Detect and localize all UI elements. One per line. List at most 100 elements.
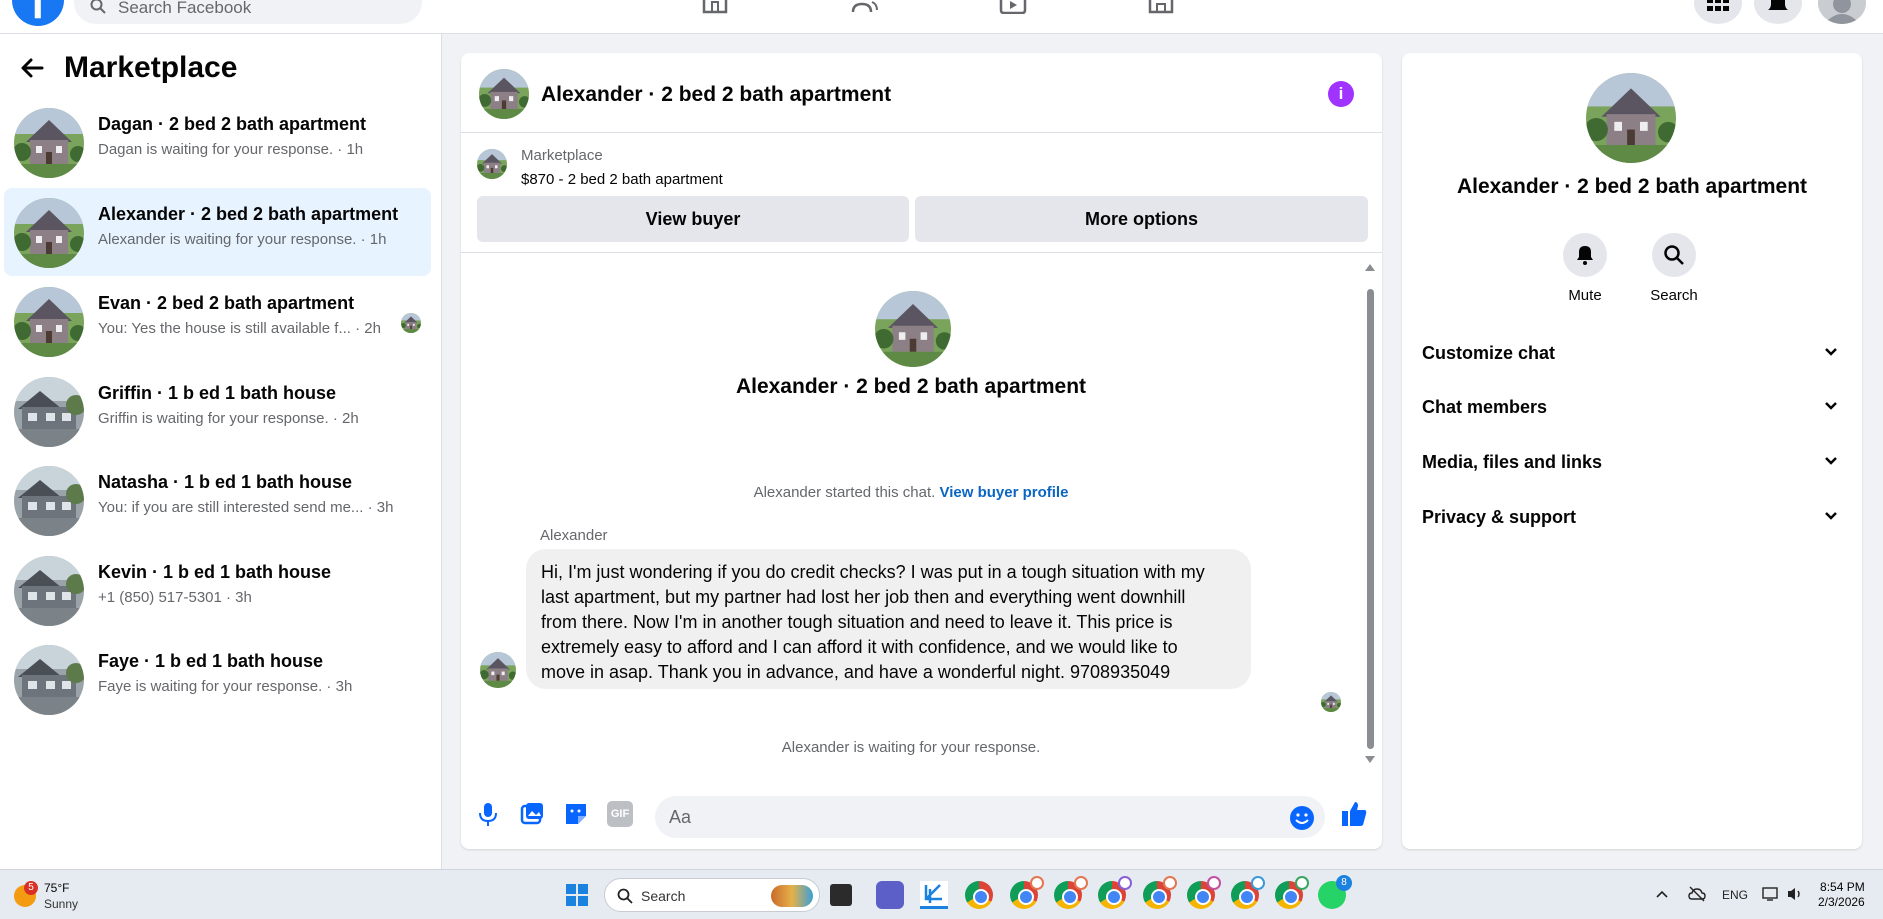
conversation-item[interactable]: Alexander · 2 bed 2 bath apartment Alexan… [4, 187, 431, 276]
conversation-thumbnail [14, 108, 84, 178]
chat-members-section[interactable]: Chat members [1422, 387, 1842, 427]
scrollbar-thumb[interactable] [1367, 289, 1374, 749]
sender-avatar[interactable] [480, 652, 516, 688]
chrome-profile-icon[interactable] [1010, 876, 1044, 909]
gif-icon[interactable]: GIF [607, 801, 633, 827]
conversation-name: Evan · 2 bed 2 bath apartment [98, 293, 355, 313]
conversation-thumbnail [14, 645, 84, 715]
conversation-item[interactable]: Griffin · 1 b ed 1 bath house Griffin is … [4, 367, 431, 455]
marketplace-conversation-list: Marketplace Dagan · 2 bed 2 bath apartme… [0, 34, 442, 869]
scroll-up-arrow-icon[interactable] [1364, 262, 1376, 272]
search-in-chat-button[interactable]: Search [1634, 233, 1714, 304]
message-bubble[interactable]: Hi, I'm just wondering if you do credit … [526, 549, 1251, 689]
mute-button[interactable]: Mute [1545, 233, 1625, 304]
bell-icon [1577, 246, 1593, 265]
search-placeholder: Search Facebook [118, 0, 252, 17]
network-icon[interactable] [1762, 886, 1780, 902]
profile-avatar[interactable] [1818, 0, 1866, 24]
chevron-down-icon [1825, 512, 1837, 520]
windows-start-icon[interactable] [566, 884, 588, 906]
customize-chat-section[interactable]: Customize chat [1422, 333, 1842, 373]
conversation-preview: Dagan is waiting for your response. · 1h [98, 141, 364, 158]
back-arrow-icon[interactable] [16, 51, 50, 85]
message-input[interactable]: Aa [655, 796, 1325, 838]
message-scrollbar[interactable] [1364, 259, 1376, 765]
chrome-profile-icon[interactable] [1143, 876, 1177, 909]
conversation-thumbnail [14, 466, 84, 536]
photo-attach-icon[interactable] [519, 801, 545, 827]
language-indicator[interactable]: ENG [1722, 888, 1748, 902]
conversation-item[interactable]: Evan · 2 bed 2 bath apartment You: Yes th… [4, 277, 431, 365]
waiting-status: Alexander is waiting for your response. [781, 739, 1041, 756]
details-name: Alexander · 2 bed 2 bath apartment [1456, 175, 1808, 198]
whatsapp-icon[interactable]: 8 [1318, 875, 1352, 909]
details-avatar[interactable] [1586, 73, 1676, 163]
section-label: Privacy & support [1422, 507, 1577, 527]
task-view-icon[interactable] [830, 884, 852, 906]
info-icon[interactable]: i [1328, 81, 1354, 107]
conversation-thumbnail [14, 197, 84, 268]
scroll-down-arrow-icon[interactable] [1364, 755, 1376, 765]
message-sender-name: Alexander [540, 527, 608, 544]
chat-started-note: Alexander started this chat. View buyer … [461, 484, 1361, 501]
thumbs-up-icon[interactable] [1339, 799, 1369, 829]
conversation-name: Dagan · 2 bed 2 bath apartment [98, 114, 367, 134]
search-circle[interactable] [1652, 233, 1696, 277]
snipping-tool-icon[interactable] [920, 881, 948, 909]
message-line: Hi, I'm just wondering if you do credit … [541, 562, 1205, 582]
system-clock[interactable]: 8:54 PM 2/3/2026 [1818, 880, 1865, 910]
conversation-preview: +1 (850) 517-5301 · 3h [98, 588, 252, 606]
sticker-icon[interactable] [563, 801, 589, 827]
chrome-profile-icon[interactable] [1098, 876, 1132, 909]
view-buyer-button[interactable]: View buyer [477, 196, 909, 242]
chat-avatar[interactable] [479, 69, 529, 119]
volume-icon[interactable] [1786, 886, 1804, 902]
privacy-support-section[interactable]: Privacy & support [1422, 497, 1842, 537]
home-icon[interactable] [700, 0, 730, 14]
conversation-item[interactable]: Natasha · 1 b ed 1 bath house You: if you… [4, 456, 431, 544]
conversation-preview: Faye is waiting for your response. · 3h [98, 678, 353, 695]
mute-circle[interactable] [1563, 233, 1607, 277]
search-icon [1664, 245, 1684, 265]
cloud-offline-icon[interactable] [1688, 886, 1706, 902]
mute-label: Mute [1568, 287, 1602, 304]
listing-price-title[interactable]: $870 - 2 bed 2 bath apartment [521, 171, 723, 188]
conversation-item[interactable]: Kevin · 1 b ed 1 bath house +1 (850) 517-… [4, 546, 431, 634]
chrome-profile-icon[interactable] [1187, 876, 1221, 909]
conversation-item[interactable]: Faye · 1 b ed 1 bath house Faye is waitin… [4, 635, 431, 723]
friends-icon[interactable] [850, 0, 880, 14]
chevron-down-icon [1825, 457, 1837, 465]
facebook-logo[interactable]: f [12, 0, 64, 26]
conversation-name: Kevin · 1 b ed 1 bath house [98, 561, 332, 582]
chrome-profile-icon[interactable] [1275, 876, 1309, 909]
microphone-icon[interactable] [475, 801, 501, 827]
whatsapp-badge: 8 [1336, 875, 1352, 891]
marketplace-icon[interactable] [1146, 0, 1176, 14]
media-files-links-section[interactable]: Media, files and links [1422, 442, 1842, 482]
chat-header: Alexander · 2 bed 2 bath apartment i [461, 53, 1382, 133]
facebook-search-input[interactable]: Search Facebook [74, 0, 422, 24]
meet-icon[interactable] [876, 881, 904, 909]
chrome-icon[interactable] [965, 881, 993, 909]
started-text: Alexander started this chat. [753, 484, 936, 501]
search-label: Search [1650, 287, 1698, 304]
emoji-icon[interactable] [1289, 805, 1315, 831]
chrome-profile-icon[interactable] [1231, 876, 1265, 909]
section-label: Customize chat [1422, 343, 1556, 363]
chat-title[interactable]: Alexander · 2 bed 2 bath apartment [541, 83, 891, 107]
weather-badge: 5 [24, 881, 38, 895]
video-icon[interactable] [998, 0, 1028, 14]
conversation-preview: Alexander is waiting for your response. … [98, 230, 387, 248]
bell-icon[interactable] [1754, 0, 1802, 24]
chrome-profile-icon[interactable] [1054, 876, 1088, 909]
section-label: Chat members [1422, 397, 1548, 417]
more-options-button[interactable]: More options [915, 196, 1368, 242]
menu-grid-icon[interactable] [1694, 0, 1742, 24]
message-line: move in asap. Thank you in advance, and … [541, 662, 1171, 682]
weather-condition: Sunny [44, 897, 79, 911]
view-buyer-profile-link[interactable]: View buyer profile [940, 484, 1069, 501]
conversation-item[interactable]: Dagan · 2 bed 2 bath apartment Dagan is w… [4, 98, 431, 186]
chevron-up-icon[interactable] [1656, 890, 1668, 898]
taskbar-search-input[interactable]: Search [604, 878, 820, 912]
listing-thumbnail[interactable] [477, 149, 507, 179]
